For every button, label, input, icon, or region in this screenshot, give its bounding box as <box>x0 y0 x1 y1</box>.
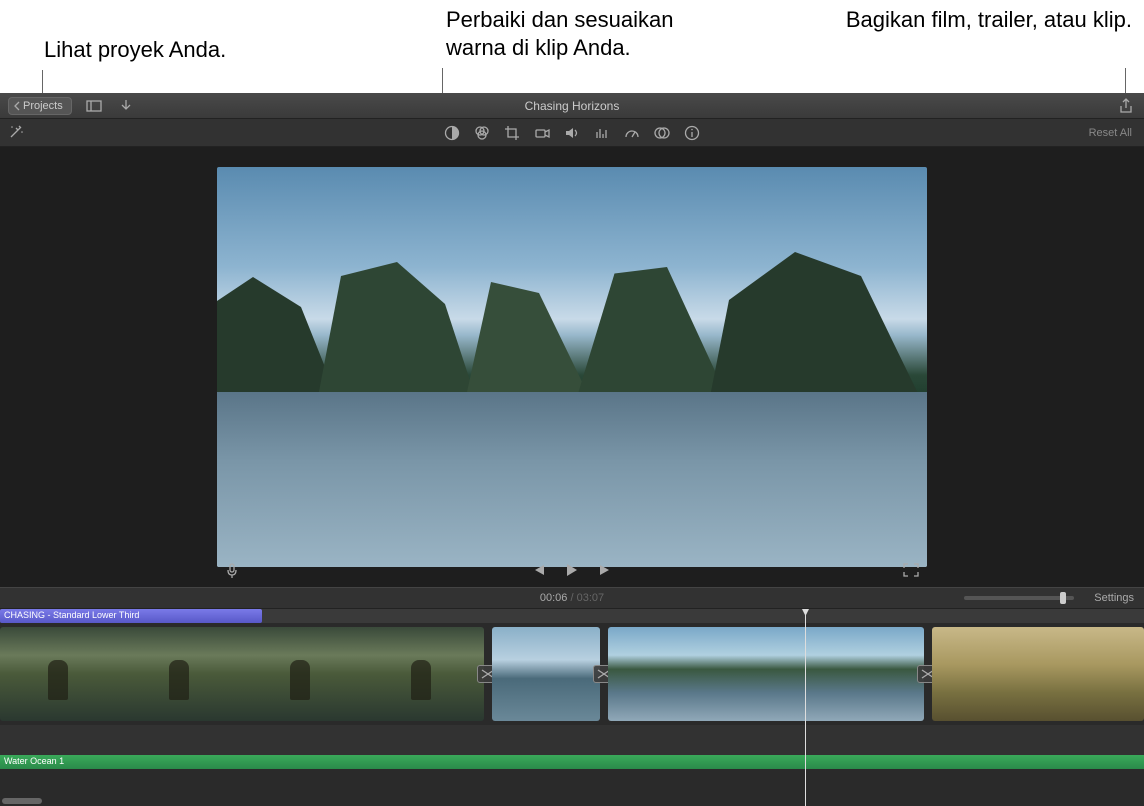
info-button[interactable] <box>684 125 700 141</box>
voiceover-button[interactable] <box>225 563 241 579</box>
callout-projects: Lihat proyek Anda. <box>44 36 226 64</box>
library-icon <box>86 100 102 112</box>
fullscreen-icon <box>903 563 919 577</box>
skip-forward-button[interactable] <box>598 563 614 579</box>
title-track: CHASING - Standard Lower Third <box>0 609 1144 623</box>
info-icon <box>684 125 700 141</box>
noise-reduction-button[interactable] <box>594 125 610 141</box>
speedometer-icon <box>624 125 640 141</box>
video-track <box>0 623 1144 725</box>
timecode-bar: 00:06 / 03:07 Settings <box>0 587 1144 609</box>
adjust-toolbar: Reset All <box>0 119 1144 147</box>
palette-icon <box>474 125 490 141</box>
color-balance-button[interactable] <box>444 125 460 141</box>
crop-icon <box>504 125 520 141</box>
volume-button[interactable] <box>564 125 580 141</box>
app-window: Projects Chasing Horizons <box>0 93 1144 806</box>
zoom-handle[interactable] <box>1060 592 1066 604</box>
title-clip[interactable]: CHASING - Standard Lower Third <box>0 609 262 623</box>
viewer <box>0 147 1144 587</box>
video-clip[interactable] <box>932 627 1144 721</box>
top-toolbar: Projects Chasing Horizons <box>0 93 1144 119</box>
share-icon <box>1119 98 1133 114</box>
current-time: 00:06 <box>540 592 568 604</box>
projects-label: Projects <box>23 100 63 112</box>
reset-all-button[interactable]: Reset All <box>1089 127 1132 139</box>
chevron-left-icon <box>13 101 21 111</box>
video-clip[interactable] <box>0 627 484 721</box>
filter-icon <box>654 125 670 141</box>
import-down-icon <box>120 99 132 113</box>
skip-back-icon <box>530 563 546 577</box>
zoom-slider[interactable] <box>964 596 1074 600</box>
callout-color: Perbaiki dan sesuaikan warna di klip And… <box>446 6 696 61</box>
timeline-settings-button[interactable]: Settings <box>1094 592 1134 604</box>
fullscreen-button[interactable] <box>903 563 919 579</box>
camera-icon <box>534 125 550 141</box>
color-correction-button[interactable] <box>474 125 490 141</box>
playhead[interactable] <box>805 609 806 806</box>
project-title: Chasing Horizons <box>525 99 620 113</box>
volume-icon <box>564 125 580 141</box>
projects-button[interactable]: Projects <box>8 97 72 115</box>
horizontal-scrollbar[interactable] <box>2 798 42 804</box>
import-button[interactable] <box>116 98 136 114</box>
library-button[interactable] <box>84 98 104 114</box>
timecode-display: 00:06 / 03:07 <box>540 592 604 604</box>
total-duration: 03:07 <box>577 592 605 604</box>
crop-button[interactable] <box>504 125 520 141</box>
audio-clip[interactable]: Water Ocean 1 <box>0 755 1144 769</box>
skip-back-button[interactable] <box>530 563 546 579</box>
magic-wand-button[interactable] <box>8 124 26 142</box>
clip-filter-button[interactable] <box>654 125 670 141</box>
speed-button[interactable] <box>624 125 640 141</box>
equalizer-icon <box>594 125 610 141</box>
stabilization-button[interactable] <box>534 125 550 141</box>
timeline[interactable]: CHASING - Standard Lower Third Water Oce… <box>0 609 1144 806</box>
video-preview[interactable] <box>217 167 927 567</box>
magic-wand-icon <box>8 124 24 140</box>
color-balance-icon <box>444 125 460 141</box>
skip-forward-icon <box>598 563 614 577</box>
playback-controls <box>530 563 614 579</box>
audio-track: Water Ocean 1 <box>0 755 1144 769</box>
video-clip[interactable] <box>492 627 601 721</box>
callout-share: Bagikan film, trailer, atau klip. <box>846 6 1132 34</box>
share-button[interactable] <box>1116 96 1136 116</box>
timeline-spacer <box>0 725 1144 755</box>
play-icon <box>564 563 578 577</box>
microphone-icon <box>225 563 239 579</box>
play-button[interactable] <box>564 563 580 579</box>
video-clip[interactable] <box>608 627 924 721</box>
